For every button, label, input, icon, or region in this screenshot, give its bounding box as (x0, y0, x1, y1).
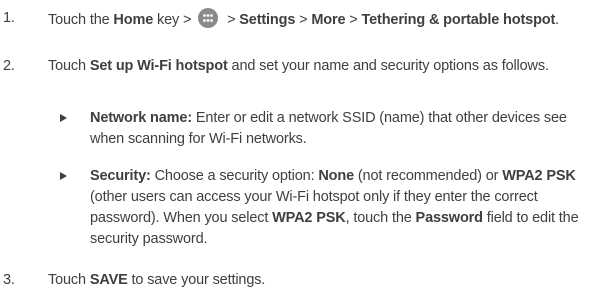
step-number: 2. (3, 58, 15, 74)
step-text: Touch the Home key > > Settings > More >… (48, 8, 568, 30)
step-2: 2. Touch Set up Wi-Fi hotspot and set yo… (0, 56, 589, 100)
step-number: 3. (3, 272, 15, 288)
tethering-hotspot-label: Tethering & portable hotspot (361, 12, 556, 28)
step-text: Touch SAVE to save your settings. (48, 272, 266, 288)
bullet-security: Security: Choose a security option: None… (48, 166, 589, 256)
more-label: More (311, 12, 346, 28)
triangle-bullet-icon (60, 114, 67, 122)
apps-grid-icon (198, 8, 219, 28)
triangle-bullet-icon (60, 172, 67, 180)
network-name-label: Network name: (90, 110, 192, 126)
instruction-page: 1. Touch the Home key > > Settings > Mor… (0, 0, 589, 298)
setup-wifi-hotspot-label: Set up Wi-Fi hotspot (89, 58, 228, 74)
step-text: Touch Set up Wi-Fi hotspot and set your … (48, 58, 549, 74)
security-label: Security: (90, 168, 151, 184)
bullet-text: Security: Choose a security option: None… (90, 168, 579, 247)
step-number: 1. (3, 10, 15, 26)
home-key-label: Home (113, 12, 154, 28)
wpa2-psk-label: WPA2 PSK (272, 210, 346, 226)
save-label: SAVE (89, 272, 128, 288)
wpa2-psk-option-label: WPA2 PSK (502, 168, 576, 184)
password-field-label: Password (415, 210, 483, 226)
bullet-network-name: Network name: Enter or edit a network SS… (48, 108, 589, 152)
step-1: 1. Touch the Home key > > Settings > Mor… (0, 8, 589, 52)
step-3: 3. Touch SAVE to save your settings. (0, 270, 589, 292)
bullet-text: Network name: Enter or edit a network SS… (90, 110, 567, 147)
none-option-label: None (318, 168, 354, 184)
settings-label: Settings (239, 12, 296, 28)
